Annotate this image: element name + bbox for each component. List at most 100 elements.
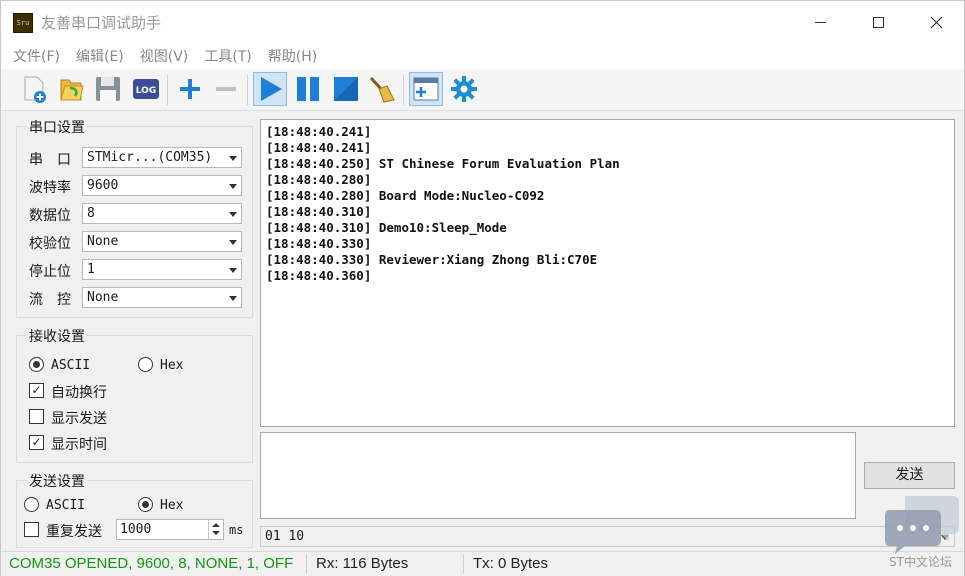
menu-edit[interactable]: 编辑(E) [76, 46, 124, 66]
data-bits-select[interactable]: 8 [82, 203, 242, 224]
parity-value: None [87, 234, 119, 249]
repeat-send-checkbox[interactable] [24, 522, 39, 537]
log-line: [18:48:40.280] Board Mode:Nucleo-C092 [266, 188, 545, 203]
minimize-button[interactable] [791, 1, 849, 43]
settings-gear-icon [451, 76, 477, 102]
send-text-area[interactable] [260, 432, 856, 519]
save-icon [96, 77, 120, 101]
clear-broom-icon [369, 76, 395, 103]
baud-rate-label: 波特率 [29, 180, 71, 196]
log-line: [18:48:40.250] ST Chinese Forum Evaluati… [266, 156, 620, 171]
stop-bits-value: 1 [87, 262, 95, 277]
show-time-checkbox[interactable]: ✓ [29, 435, 44, 450]
clear-button[interactable] [365, 72, 399, 106]
status-bar: COM35 OPENED, 9600, 8, NONE, 1, OFF Rx: … [1, 551, 964, 576]
baud-rate-select[interactable]: 9600 [82, 175, 242, 196]
port-select[interactable]: STMicr...(COM35) [82, 147, 242, 168]
show-send-label: 显示发送 [51, 411, 107, 427]
serial-settings-group: 串口设置 串 口 STMicr...(COM35) 波特率 9600 数据位 8… [16, 117, 253, 318]
menu-tools[interactable]: 工具(T) [204, 46, 251, 66]
pause-icon [297, 77, 319, 101]
app-logo-icon: Sru [13, 13, 33, 33]
send-settings-title: 发送设置 [27, 471, 87, 491]
data-bits-value: 8 [87, 206, 95, 221]
close-button[interactable] [907, 1, 965, 43]
log-line: [18:48:40.280] [266, 172, 372, 187]
rx-counter: Rx: 116 Bytes [316, 555, 409, 572]
receive-settings-group: 接收设置 ASCII Hex ✓ 自动换行 显示发送 ✓ 显示时间 [16, 326, 253, 463]
forum-watermark-text: ST中文论坛 [889, 555, 952, 569]
port-label: 串 口 [29, 152, 71, 168]
window-title: 友善串口调试助手 [41, 14, 162, 32]
connection-status: COM35 OPENED, 9600, 8, NONE, 1, OFF [9, 555, 294, 572]
send-hex-label: Hex [160, 498, 184, 513]
send-ascii-radio[interactable] [24, 497, 39, 512]
toolbar-separator [403, 75, 404, 105]
chevron-down-icon [229, 296, 237, 301]
log-line: [18:48:40.241] [266, 124, 372, 139]
chevron-up-icon [212, 523, 220, 527]
maximize-button[interactable] [849, 1, 907, 43]
receive-ascii-label: ASCII [51, 358, 91, 373]
log-line: [18:48:40.310] Demo10:Sleep_Mode [266, 220, 507, 235]
chevron-down-icon [229, 240, 237, 245]
chevron-down-icon [229, 212, 237, 217]
add-button[interactable] [173, 72, 207, 106]
minimize-icon [814, 21, 826, 23]
log-line: [18:48:40.330] Reviewer:Xiang Zhong Bli:… [266, 252, 598, 267]
send-history-select[interactable]: 01 10 [260, 526, 955, 547]
stop-bits-select[interactable]: 1 [82, 259, 242, 280]
show-send-checkbox[interactable] [29, 409, 44, 424]
auto-newline-checkbox[interactable]: ✓ [29, 383, 44, 398]
status-divider [306, 554, 307, 574]
parity-select[interactable]: None [82, 231, 242, 252]
new-window-icon [413, 77, 439, 101]
receive-settings-title: 接收设置 [27, 326, 87, 346]
repeat-send-label: 重复发送 [46, 524, 102, 540]
toolbar: LOG [1, 69, 964, 111]
show-time-label: 显示时间 [51, 437, 107, 453]
open-button[interactable] [55, 72, 89, 106]
data-bits-label: 数据位 [29, 208, 71, 224]
log-icon: LOG [133, 79, 159, 99]
send-button[interactable]: 发送 [864, 462, 955, 489]
stop-icon [334, 77, 358, 101]
toolbar-separator [247, 75, 248, 105]
title-bar: Sru 友善串口调试助手 [1, 1, 964, 43]
send-settings-group: 发送设置 ASCII Hex 重复发送 1000 ms [16, 471, 253, 548]
settings-button[interactable] [447, 72, 481, 106]
remove-button[interactable] [209, 72, 243, 106]
chevron-down-icon [229, 156, 237, 161]
send-history-value: 01 10 [265, 529, 305, 544]
receive-hex-radio[interactable] [138, 357, 153, 372]
save-button[interactable] [91, 72, 125, 106]
port-value: STMicr...(COM35) [87, 150, 213, 165]
log-line: [18:48:40.310] [266, 204, 372, 219]
menu-help[interactable]: 帮助(H) [268, 46, 317, 66]
stop-button[interactable] [329, 72, 363, 106]
send-ascii-label: ASCII [46, 498, 86, 513]
menu-view[interactable]: 视图(V) [140, 46, 189, 66]
interval-stepper[interactable] [208, 520, 223, 539]
log-button[interactable]: LOG [129, 72, 163, 106]
menu-file[interactable]: 文件(F) [13, 46, 60, 66]
open-folder-icon [60, 79, 84, 101]
log-line: [18:48:40.360] [266, 268, 372, 283]
flow-control-select[interactable]: None [82, 287, 242, 308]
start-button[interactable] [253, 72, 287, 106]
new-file-button[interactable] [17, 72, 51, 106]
new-window-button[interactable] [409, 72, 443, 106]
log-line: [18:48:40.241] [266, 140, 372, 155]
receive-ascii-radio[interactable] [29, 357, 44, 372]
send-hex-radio[interactable] [138, 497, 153, 512]
close-icon [930, 16, 942, 28]
auto-newline-label: 自动换行 [51, 385, 107, 401]
repeat-interval-input[interactable]: 1000 [116, 519, 224, 540]
pause-button[interactable] [291, 72, 325, 106]
receive-text-area[interactable]: [18:48:40.241] [18:48:40.241] [18:48:40.… [260, 119, 955, 427]
serial-settings-title: 串口设置 [27, 117, 87, 137]
chevron-down-icon [229, 268, 237, 273]
repeat-interval-value: 1000 [120, 522, 152, 537]
baud-rate-value: 9600 [87, 178, 119, 193]
receive-hex-label: Hex [160, 358, 184, 373]
